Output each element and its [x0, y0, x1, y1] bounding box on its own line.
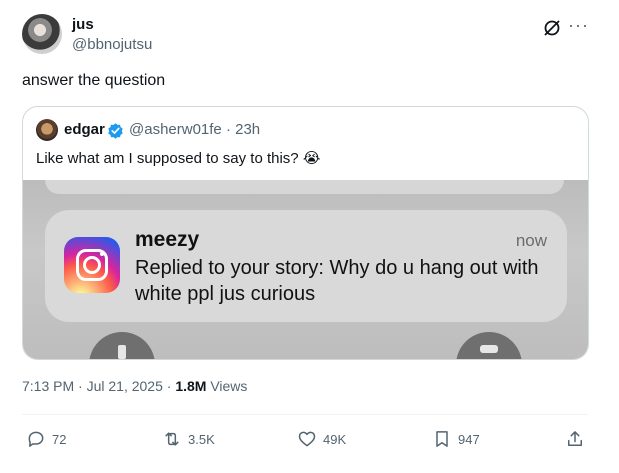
- quoted-handle-time: @asherw01fe · 23h: [129, 121, 261, 138]
- notification-card: meezy now Replied to your story: Why do …: [45, 210, 567, 322]
- repost-count: 3.5K: [188, 431, 215, 447]
- like-button[interactable]: 49K: [297, 428, 346, 450]
- grok-icon[interactable]: [542, 18, 562, 38]
- tweet-text: answer the question: [22, 72, 166, 89]
- tweet-meta: 7:13 PM · Jul 21, 2025 · 1.8M Views: [22, 378, 247, 394]
- views-count: 1.8M: [175, 378, 207, 394]
- tweet-timestamp[interactable]: 7:13 PM · Jul 21, 2025 ·: [22, 378, 175, 394]
- divider: [22, 414, 588, 415]
- reply-count: 72: [52, 431, 67, 447]
- views-label: Views: [206, 378, 248, 394]
- share-button[interactable]: [565, 428, 585, 450]
- verified-badge-icon: [108, 123, 123, 139]
- crying-emoji-icon: 😭: [302, 150, 321, 167]
- quoted-author-name: edgar: [64, 121, 105, 138]
- quoted-author-avatar: [36, 119, 58, 141]
- like-count: 49K: [323, 431, 347, 447]
- flashlight-button-icon: [89, 332, 155, 359]
- notification-body: Replied to your story: Why do u hang out…: [135, 257, 539, 305]
- quoted-media-image[interactable]: meezy now Replied to your story: Why do …: [23, 180, 588, 359]
- notification-time: now: [515, 231, 547, 250]
- camera-button-icon: [456, 332, 522, 359]
- author-name[interactable]: jus: [72, 16, 94, 33]
- author-avatar[interactable]: [22, 14, 62, 54]
- share-icon: [568, 431, 582, 446]
- quoted-tweet[interactable]: edgar @asherw01fe · 23h Like what am I s…: [22, 106, 589, 360]
- quoted-text: Like what am I supposed to say to this? …: [36, 149, 320, 167]
- reply-icon: [28, 431, 44, 447]
- previous-notification-edge: [45, 180, 564, 194]
- quoted-text-content: Like what am I supposed to say to this?: [36, 150, 299, 167]
- bookmark-count: 947: [458, 431, 480, 447]
- notification-title: meezy: [135, 228, 200, 251]
- reply-button[interactable]: 72: [26, 428, 66, 450]
- instagram-icon: [64, 237, 120, 293]
- bookmark-icon: [436, 431, 448, 447]
- repost-button[interactable]: 3.5K: [162, 428, 215, 450]
- heart-icon: [298, 431, 316, 447]
- repost-icon: [165, 432, 179, 446]
- author-handle[interactable]: @bbnojutsu: [72, 36, 152, 53]
- more-options-icon[interactable]: ···: [568, 15, 589, 36]
- bookmark-button[interactable]: 947: [432, 428, 480, 450]
